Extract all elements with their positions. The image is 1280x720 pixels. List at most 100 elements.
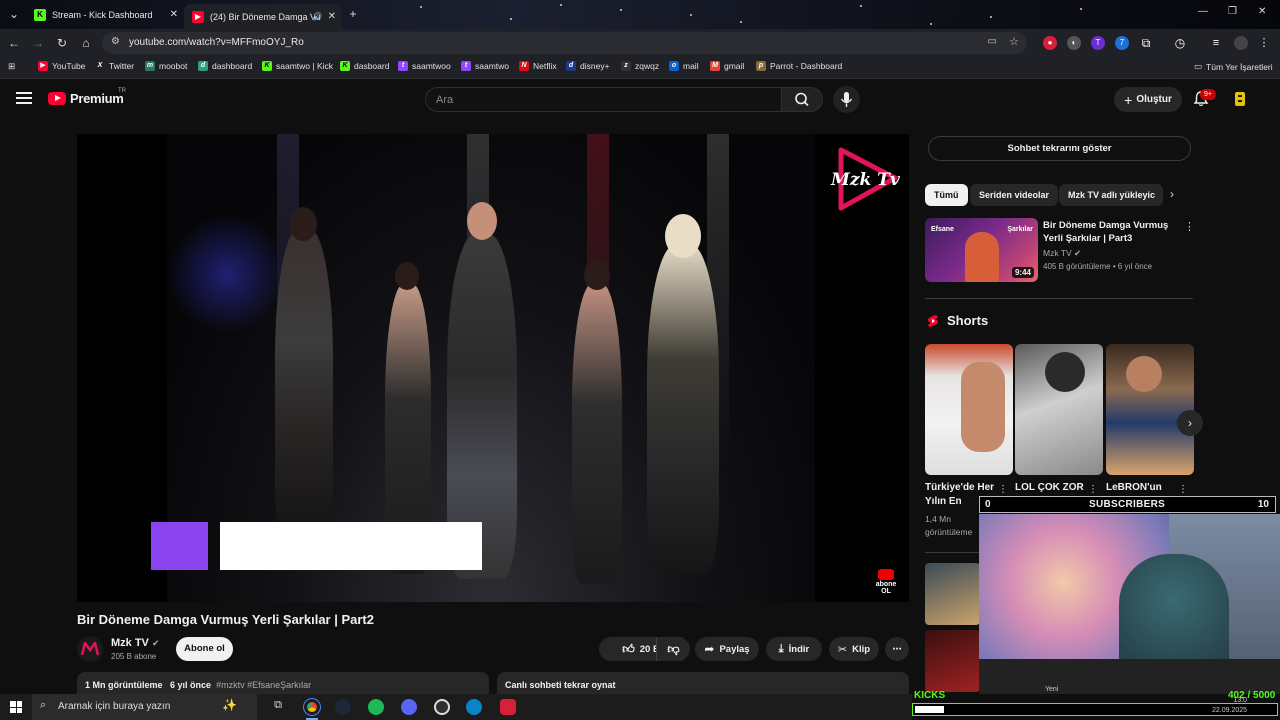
- chip-uploader[interactable]: Mzk TV adlı yükleyic: [1059, 184, 1163, 206]
- speaker-icon[interactable]: 🔊: [312, 12, 322, 21]
- chevron-right-icon[interactable]: ›: [1177, 410, 1203, 436]
- extensions-puzzle-icon[interactable]: ⧉: [1139, 36, 1153, 50]
- hashtags: #mzktv #EfsaneŞarkılar: [216, 680, 312, 690]
- share-button[interactable]: ➦ Paylaş: [695, 637, 759, 661]
- recommended-video-thumbnail[interactable]: Efsane Şarkılar 9:44: [925, 218, 1038, 282]
- webcam-feed: Yeni: [979, 514, 1280, 694]
- more-vertical-icon[interactable]: ⋮: [1088, 484, 1098, 495]
- back-icon[interactable]: ←: [6, 35, 22, 51]
- bookmark-twitch-1[interactable]: t saamtwoo: [398, 61, 451, 71]
- bookmark-parrot[interactable]: p Parrot - Dashboard: [756, 61, 842, 71]
- search-button[interactable]: [781, 87, 823, 112]
- close-window-icon[interactable]: ✕: [1258, 6, 1266, 17]
- app-icon[interactable]: [466, 699, 482, 715]
- forward-icon[interactable]: →: [30, 35, 46, 51]
- chip-series-videos[interactable]: Seriden videolar: [970, 184, 1059, 206]
- short-title[interactable]: LeBRON'un: [1106, 481, 1176, 495]
- history-icon[interactable]: ◷: [1173, 36, 1187, 50]
- steam-icon[interactable]: [335, 699, 351, 715]
- subscribe-watermark[interactable]: abone OL: [872, 569, 900, 595]
- bookmark-dashboard[interactable]: d dashboard: [198, 61, 252, 71]
- extension-icon[interactable]: ●: [1043, 36, 1057, 50]
- tab-search-icon[interactable]: ⌄: [6, 6, 22, 22]
- chip-all[interactable]: Tümü: [925, 184, 968, 206]
- discord-icon[interactable]: [401, 699, 417, 715]
- cast-icon[interactable]: ▭: [988, 36, 997, 47]
- channel-avatar[interactable]: [77, 636, 103, 662]
- more-vertical-icon[interactable]: ⋮: [1178, 484, 1188, 495]
- bookmark-gmail[interactable]: Mgmail: [710, 61, 744, 71]
- short-thumbnail[interactable]: [1015, 344, 1103, 475]
- profile-avatar[interactable]: [1234, 36, 1248, 50]
- subscriber-goal-bar: 0 SUBSCRIBERS 10: [979, 496, 1276, 513]
- upload-age: 6 yıl önce: [170, 680, 212, 690]
- search-icon: [795, 92, 809, 107]
- recommended-video-thumbnail[interactable]: [925, 630, 980, 692]
- recommended-video-channel[interactable]: Mzk TV ✔: [1043, 248, 1081, 259]
- subscribe-button[interactable]: Abone ol: [176, 637, 233, 661]
- restore-icon[interactable]: ❐: [1228, 6, 1237, 17]
- more-vertical-icon[interactable]: ⋮: [998, 484, 1008, 495]
- channel-name[interactable]: Mzk TV ✔: [111, 637, 160, 649]
- task-view-icon[interactable]: ⧉: [270, 699, 286, 715]
- url-text: youtube.com/watch?v=MFFmoOYJ_Ro: [129, 37, 304, 48]
- download-button[interactable]: ⤓ İndir: [766, 637, 822, 661]
- bookmark-twitch-2[interactable]: t saamtwo: [461, 61, 509, 71]
- more-actions-button[interactable]: ⋯: [885, 637, 909, 661]
- youtube-premium-logo[interactable]: Premium TR: [48, 88, 126, 106]
- apps-icon[interactable]: ⊞: [8, 61, 15, 72]
- app-icon[interactable]: [500, 699, 516, 715]
- chevron-right-icon[interactable]: ›: [1170, 187, 1174, 201]
- extension-icon[interactable]: 7: [1115, 36, 1129, 50]
- recommended-video-thumbnail[interactable]: [925, 563, 980, 625]
- bookmark-youtube[interactable]: ▶ YouTube: [38, 61, 85, 71]
- taskbar-search[interactable]: ⌕ Aramak için buraya yazın ✨: [32, 694, 257, 720]
- video-player[interactable]: Mzk Tv abone OL: [77, 134, 909, 602]
- create-button[interactable]: + Oluştur: [1114, 87, 1182, 112]
- media-icon[interactable]: ≡: [1209, 36, 1223, 50]
- minimize-icon[interactable]: —: [1198, 6, 1208, 17]
- recommended-video-title[interactable]: Bir Döneme Damga Vurmuş Yerli Şarkılar |…: [1043, 219, 1173, 245]
- dancer-figure: [647, 214, 719, 574]
- bookmark-twitter[interactable]: X Twitter: [95, 61, 134, 71]
- short-thumbnail[interactable]: [1106, 344, 1194, 475]
- bookmark-moobot[interactable]: m moobot: [145, 61, 187, 71]
- bookmark-kick[interactable]: Ksaamtwo | Kick: [262, 61, 333, 71]
- obs-icon[interactable]: [434, 699, 450, 715]
- microphone-icon: [840, 92, 853, 107]
- bookmark-disney[interactable]: d disney+: [566, 61, 610, 71]
- windows-start-icon[interactable]: [10, 701, 22, 713]
- bookmark-dasboard[interactable]: Kdasboard: [340, 61, 389, 71]
- tab-kick-dashboard[interactable]: K Stream - Kick Dashboard ✕: [26, 4, 184, 25]
- show-chat-replay-button[interactable]: Sohbet tekrarını göster: [928, 136, 1191, 161]
- close-icon[interactable]: ✕: [170, 9, 178, 20]
- all-bookmarks-folder[interactable]: ▭ Tüm Yer İşaretleri: [1194, 61, 1273, 72]
- hamburger-menu-icon[interactable]: [16, 92, 32, 104]
- clip-button[interactable]: ✂ Klip: [829, 637, 879, 661]
- close-icon[interactable]: ✕: [328, 11, 336, 22]
- dislike-button[interactable]: 👎︎: [656, 637, 690, 661]
- twitch-extension-icon[interactable]: T: [1091, 36, 1105, 50]
- home-icon[interactable]: ⌂: [78, 35, 94, 51]
- search-input[interactable]: [426, 88, 781, 111]
- more-vertical-icon[interactable]: ⋮: [1184, 220, 1195, 233]
- shorts-heading: Shorts: [927, 313, 988, 328]
- address-bar[interactable]: ⚙ youtube.com/watch?v=MFFmoOYJ_Ro ▭ ☆: [102, 32, 1027, 54]
- extension-icon[interactable]: ◐: [1067, 36, 1081, 50]
- bookmark-star-icon[interactable]: ☆: [1009, 35, 1019, 48]
- account-avatar[interactable]: [1232, 91, 1248, 107]
- bookmark-mail[interactable]: o mail: [669, 61, 699, 71]
- new-tab-icon[interactable]: +: [345, 6, 361, 22]
- reload-icon[interactable]: ↻: [54, 35, 70, 51]
- bookmark-netflix[interactable]: N Netflix: [519, 61, 557, 71]
- short-thumbnail[interactable]: [925, 344, 1013, 475]
- bookmark-zqwqz[interactable]: z zqwqz: [621, 61, 659, 71]
- zq-icon: z: [621, 61, 631, 71]
- voice-search-button[interactable]: [833, 86, 860, 113]
- chrome-icon[interactable]: [303, 698, 321, 716]
- subscriber-count: 205 B abone: [111, 652, 157, 661]
- more-menu-icon[interactable]: ⋮: [1257, 36, 1271, 50]
- tab-youtube-video[interactable]: ▶ (24) Bir Döneme Damga Vu 🔊 ✕: [184, 4, 342, 29]
- spotify-icon[interactable]: [368, 699, 384, 715]
- site-info-icon[interactable]: ⚙: [111, 36, 120, 47]
